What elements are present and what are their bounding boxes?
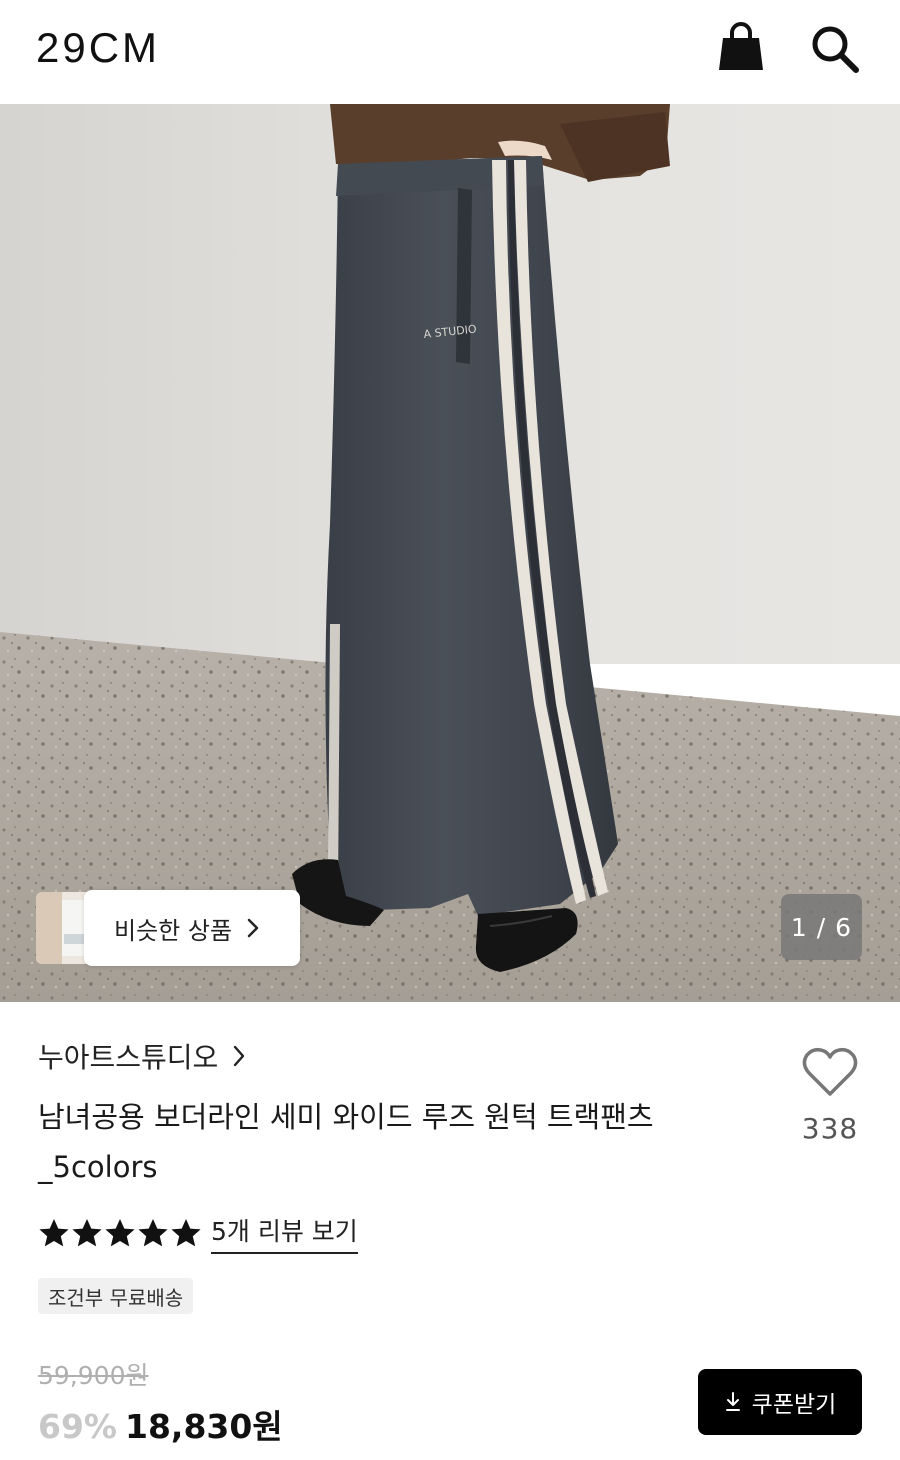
- star-icon: [171, 1219, 201, 1247]
- download-icon: [725, 1392, 740, 1411]
- chevron-right-icon: [247, 918, 259, 938]
- coupon-button[interactable]: 쿠폰받기: [698, 1369, 862, 1435]
- app-logo[interactable]: 29CM: [36, 24, 160, 72]
- discount-rate: 69%: [38, 1407, 117, 1446]
- search-icon[interactable]: [808, 22, 860, 74]
- brand-link[interactable]: 누아트스튜디오: [38, 1036, 246, 1076]
- product-title-line1: 남녀공용 보더라인 세미 와이드 루즈 원턱 트랙팬츠: [38, 1100, 654, 1134]
- review-link[interactable]: 5개 리뷰 보기: [211, 1212, 358, 1254]
- shipping-badge: 조건부 무료배송: [38, 1278, 194, 1314]
- similar-products-button[interactable]: 비슷한 상품: [84, 890, 300, 966]
- price-row: 69% 18,830원: [38, 1400, 283, 1448]
- star-icon: [105, 1219, 135, 1247]
- wishlist-count: 338: [801, 1112, 859, 1145]
- star-icon: [138, 1219, 168, 1247]
- top-header: 29CM: [0, 0, 900, 104]
- brand-name: 누아트스튜디오: [38, 1041, 219, 1074]
- rating-row: 5개 리뷰 보기: [38, 1212, 358, 1254]
- star-icon: [72, 1219, 102, 1247]
- chevron-right-icon: [234, 1045, 245, 1067]
- wishlist-button[interactable]: 338: [796, 1046, 864, 1145]
- shopping-bag-icon[interactable]: [718, 22, 764, 72]
- product-title-line2: _5colors: [38, 1150, 158, 1184]
- image-counter: 1 / 6: [781, 894, 862, 960]
- coupon-label: 쿠폰받기: [751, 1392, 837, 1418]
- original-price: 59,900원: [38, 1361, 149, 1390]
- product-image-gallery[interactable]: A STUDIO 비슷한 상품 1 / 6: [0, 104, 900, 1002]
- product-title: 남녀공용 보더라인 세미 와이드 루즈 원턱 트랙팬츠 _5colors: [38, 1092, 728, 1192]
- heart-icon[interactable]: [801, 1046, 859, 1098]
- product-photo: A STUDIO: [0, 104, 900, 1002]
- star-icon: [39, 1219, 69, 1247]
- similar-products-label: 비슷한 상품: [114, 916, 233, 945]
- sale-price: 18,830원: [125, 1407, 283, 1446]
